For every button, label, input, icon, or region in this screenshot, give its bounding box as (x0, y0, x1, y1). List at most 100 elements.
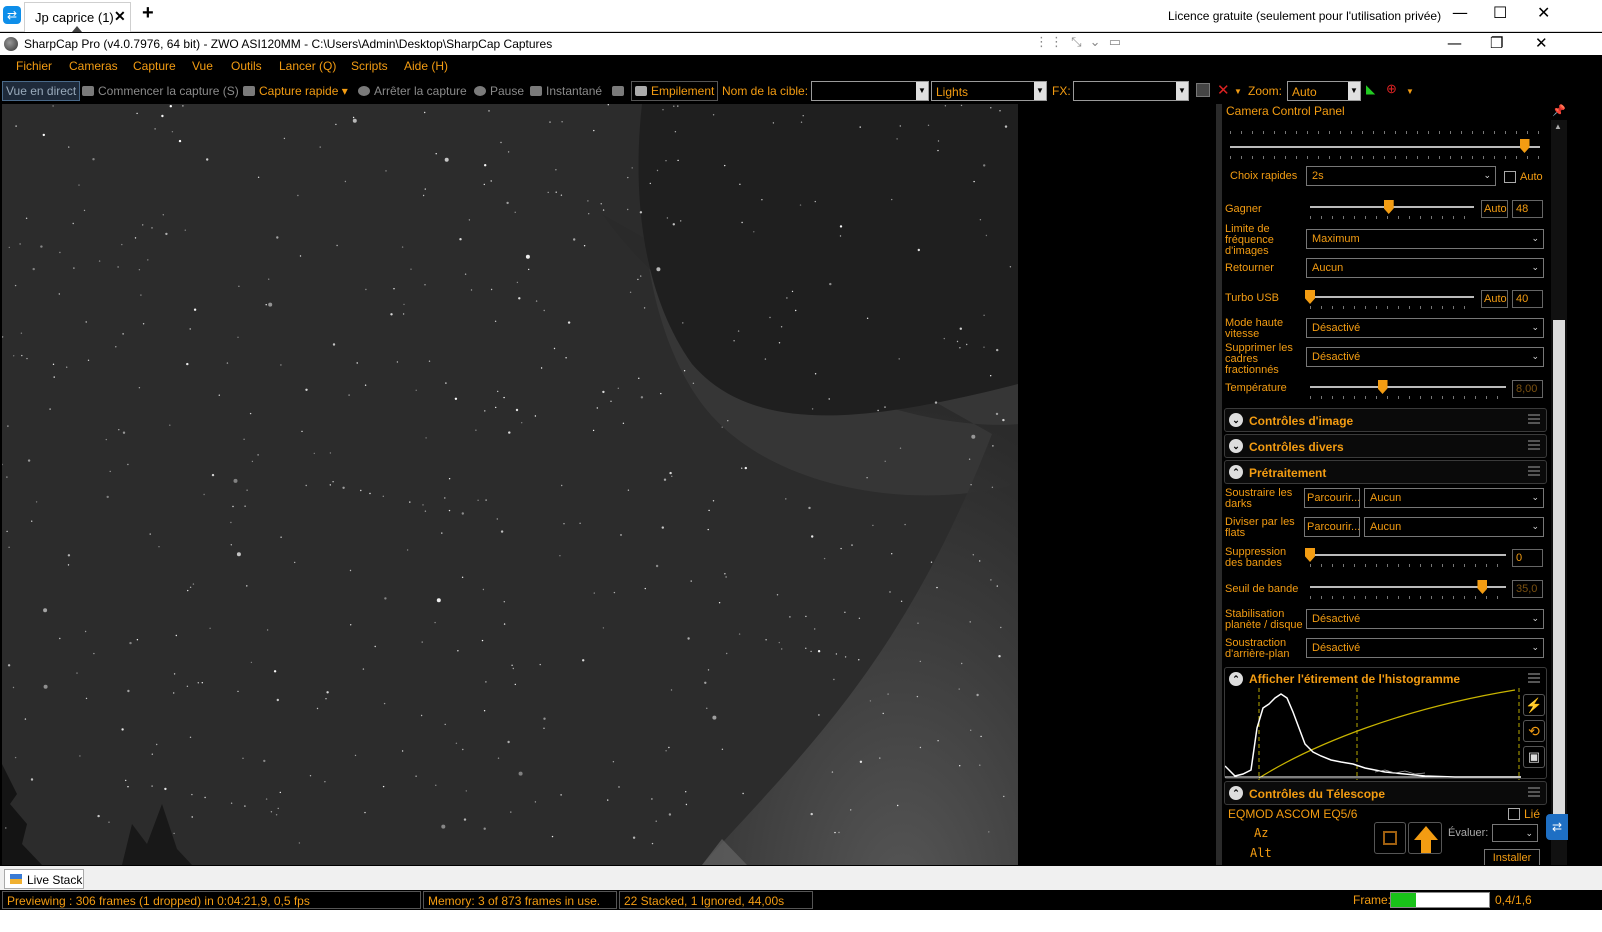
temperature-slider-track[interactable] (1310, 386, 1506, 388)
darks-browse-button[interactable]: Parcourir... (1304, 488, 1360, 508)
quick-capture-button[interactable]: Capture rapide ▾ (243, 84, 348, 98)
target-name-input[interactable]: ▼ (811, 81, 929, 101)
exposure-slider-track[interactable] (1230, 146, 1540, 148)
remote-app-icon[interactable]: ⇄ (3, 6, 21, 24)
install-button[interactable]: Installer (1484, 849, 1540, 865)
reset-icon[interactable]: ⟲ (1523, 720, 1545, 742)
remote-session-tab[interactable]: Jp caprice (1) ✕ (24, 2, 131, 32)
pause-button[interactable]: Pause (474, 84, 524, 98)
new-tab-button[interactable]: + (142, 2, 154, 25)
record-icon[interactable] (1196, 83, 1210, 97)
stabilization-select[interactable]: Désactivé ⌄ (1306, 609, 1544, 629)
menu-cameras[interactable]: Cameras (69, 59, 118, 73)
menu-file[interactable]: Fichier (16, 59, 52, 73)
stop-capture-button[interactable]: Arrêter la capture (358, 84, 467, 98)
gain-value[interactable]: 48 (1512, 200, 1543, 218)
maximize-button[interactable]: ☐ (1493, 3, 1507, 22)
gain-auto-button[interactable]: Auto (1481, 200, 1508, 218)
misc-controls-section[interactable]: ⌄ Contrôles divers (1224, 434, 1547, 458)
partial-frames-select[interactable]: Désactivé ⌄ (1306, 347, 1544, 367)
menu-launch[interactable]: Lancer (Q) (279, 59, 336, 73)
magnifier-dropdown-icon[interactable]: ▼ (1406, 87, 1414, 96)
hamburger-menu-icon[interactable] (1528, 466, 1540, 476)
live-stack-tab[interactable]: Live Stack (4, 869, 84, 889)
minimize-button[interactable]: — (1452, 3, 1468, 22)
chevron-down-icon[interactable]: ▼ (916, 82, 928, 100)
star (972, 554, 974, 556)
banding-slider-thumb[interactable] (1305, 548, 1315, 562)
pin-icon[interactable]: 📌 (1551, 104, 1567, 120)
remote-session-side-icon[interactable]: ⇄ (1546, 814, 1568, 840)
start-capture-button[interactable]: Commencer la capture (S) (82, 84, 239, 98)
hamburger-menu-icon[interactable] (1528, 673, 1540, 683)
remote-toolbar-icons[interactable]: ⋮⋮ ⤡ ⌄ ▭ (1035, 35, 1123, 50)
scrollbar-thumb[interactable] (1553, 320, 1565, 820)
exposure-slider-thumb[interactable] (1519, 139, 1530, 153)
close-button[interactable]: ✕ (1537, 3, 1550, 22)
turbo-usb-auto-button[interactable]: Auto (1481, 290, 1508, 308)
quick-picks-select[interactable]: 2s ⌄ (1306, 166, 1496, 186)
frame-rate-select[interactable]: Maximum ⌄ (1306, 229, 1544, 249)
chevron-down-icon[interactable]: ▼ (1034, 82, 1046, 100)
histogram-icon[interactable]: ◣ (1366, 82, 1375, 96)
banding-value[interactable]: 0 (1512, 549, 1543, 567)
star (162, 214, 164, 216)
flip-select[interactable]: Aucun ⌄ (1306, 258, 1544, 278)
menu-tools[interactable]: Outils (231, 59, 262, 73)
flats-browse-button[interactable]: Parcourir... (1304, 517, 1360, 537)
star (230, 521, 232, 524)
app-restore-button[interactable]: ❐ (1490, 34, 1503, 52)
linked-checkbox[interactable] (1508, 808, 1520, 820)
evaluate-select[interactable]: ⌄ (1492, 824, 1538, 842)
panel-scrollbar[interactable]: ▲ (1551, 120, 1567, 865)
hamburger-menu-icon[interactable] (1528, 440, 1540, 450)
turbo-usb-slider-thumb[interactable] (1305, 290, 1315, 304)
crosshair-icon[interactable]: ✕ (1217, 81, 1230, 99)
hamburger-menu-icon[interactable] (1528, 787, 1540, 797)
frame-type-select[interactable]: Lights ▼ (931, 81, 1047, 101)
zoom-select[interactable]: Auto ▼ (1287, 81, 1361, 101)
auto-checkbox[interactable] (1504, 171, 1516, 183)
menu-capture[interactable]: Capture (133, 59, 176, 73)
fx-select[interactable]: ▼ (1073, 81, 1189, 101)
hamburger-menu-icon[interactable] (1528, 414, 1540, 424)
image-controls-section[interactable]: ⌄ Contrôles d'image (1224, 408, 1547, 432)
stacking-button[interactable]: Empilement (631, 81, 719, 101)
close-icon[interactable]: ✕ (114, 8, 126, 25)
scroll-up-icon[interactable]: ▲ (1554, 122, 1562, 131)
histogram-chart[interactable] (1225, 688, 1521, 780)
magnifier-icon[interactable]: ⊕ (1386, 81, 1397, 97)
mount-home-icon[interactable] (1374, 822, 1406, 854)
band-threshold-slider-track[interactable] (1310, 586, 1506, 588)
band-threshold-slider-thumb[interactable] (1477, 580, 1488, 594)
menu-view[interactable]: Vue (192, 59, 213, 73)
partial-frames-label: Supprimer les cadres fractionnés (1225, 343, 1293, 374)
chevron-up-icon[interactable]: ⌃ (1229, 672, 1243, 686)
save-icon[interactable]: ▣ (1523, 746, 1545, 768)
snapshot-button[interactable]: Instantané (530, 84, 602, 98)
menu-help[interactable]: Aide (H) (404, 59, 448, 73)
flats-select[interactable]: Aucun ⌄ (1364, 517, 1544, 537)
background-subtraction-select[interactable]: Désactivé ⌄ (1306, 638, 1544, 658)
live-view-button[interactable]: Vue en direct (2, 81, 81, 101)
gain-slider-thumb[interactable] (1383, 200, 1394, 214)
banding-slider-track[interactable] (1310, 554, 1506, 556)
app-minimize-button[interactable]: — (1447, 34, 1462, 52)
turbo-usb-value[interactable]: 40 (1512, 290, 1543, 308)
menu-scripts[interactable]: Scripts (351, 59, 388, 73)
darks-select[interactable]: Aucun ⌄ (1364, 488, 1544, 508)
turbo-usb-slider-track[interactable] (1310, 296, 1474, 298)
display-settings-icon[interactable] (612, 84, 628, 98)
high-speed-select[interactable]: Désactivé ⌄ (1306, 318, 1544, 338)
app-close-button[interactable]: ✕ (1535, 34, 1548, 52)
preprocessing-section[interactable]: ⌃ Prétraitement (1224, 460, 1547, 484)
crosshair-dropdown-icon[interactable]: ▼ (1234, 87, 1242, 96)
star (138, 269, 141, 271)
camera-preview[interactable] (2, 104, 1018, 865)
temperature-slider-thumb[interactable] (1377, 380, 1388, 394)
move-north-button[interactable] (1408, 822, 1442, 854)
telescope-section[interactable]: ⌃ Contrôles du Télescope (1224, 781, 1547, 805)
auto-stretch-icon[interactable]: ⚡ (1523, 694, 1545, 716)
chevron-down-icon[interactable]: ▼ (1176, 82, 1188, 100)
chevron-down-icon[interactable]: ▼ (1348, 82, 1360, 100)
